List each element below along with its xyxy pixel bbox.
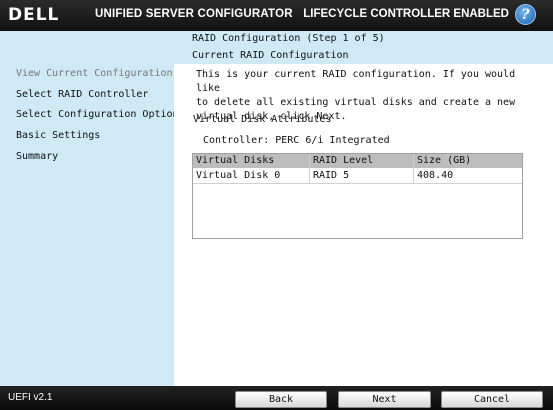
description-line: to delete all existing virtual disks and… bbox=[196, 97, 516, 108]
sidebar-item-select-configuration-option[interactable]: Select Configuration Option bbox=[16, 109, 179, 120]
column-header-virtual-disks[interactable]: Virtual Disks bbox=[196, 155, 274, 166]
wizard-step-title: RAID Configuration (Step 1 of 5) bbox=[192, 33, 385, 44]
description-line: This is your current RAID configuration.… bbox=[196, 69, 516, 94]
column-header-raid-level[interactable]: RAID Level bbox=[313, 155, 373, 166]
virtual-disk-table: Virtual Disks RAID Level Size (GB) Virtu… bbox=[192, 153, 523, 239]
lifecycle-status: LIFECYCLE CONTROLLER ENABLED bbox=[303, 8, 509, 20]
sidebar-item-view-current-configuration[interactable]: View Current Configuration bbox=[16, 68, 173, 79]
sidebar-item-summary[interactable]: Summary bbox=[16, 151, 58, 162]
sidebar-item-basic-settings[interactable]: Basic Settings bbox=[16, 130, 100, 141]
cell-raid-level: RAID 5 bbox=[313, 170, 350, 181]
table-row[interactable]: Virtual Disk 0 RAID 5 408.40 bbox=[193, 169, 522, 184]
page-title: Current RAID Configuration bbox=[192, 50, 349, 61]
uefi-version: UEFI v2.1 bbox=[8, 392, 53, 403]
cell-virtual-disk: Virtual Disk 0 bbox=[196, 170, 281, 181]
controller-label: Controller: PERC 6/i Integrated bbox=[203, 135, 390, 146]
dell-logo: DELL bbox=[8, 5, 60, 25]
next-button[interactable]: Next bbox=[338, 391, 431, 408]
header-bar: DELL UNIFIED SERVER CONFIGURATOR LIFECYC… bbox=[0, 0, 553, 31]
column-header-size[interactable]: Size (GB) bbox=[417, 155, 471, 166]
back-button[interactable]: Back bbox=[235, 391, 327, 408]
product-title: UNIFIED SERVER CONFIGURATOR bbox=[95, 8, 293, 20]
help-icon[interactable]: ? bbox=[515, 4, 536, 25]
cancel-button[interactable]: Cancel bbox=[441, 391, 543, 408]
footer-bar: UEFI v2.1 Back Next Cancel bbox=[0, 386, 553, 410]
section-title: Virtual Disk Attributes bbox=[193, 114, 332, 125]
sidebar-item-select-raid-controller[interactable]: Select RAID Controller bbox=[16, 89, 148, 100]
table-header: Virtual Disks RAID Level Size (GB) bbox=[193, 154, 522, 168]
cell-size: 408.40 bbox=[417, 170, 454, 181]
